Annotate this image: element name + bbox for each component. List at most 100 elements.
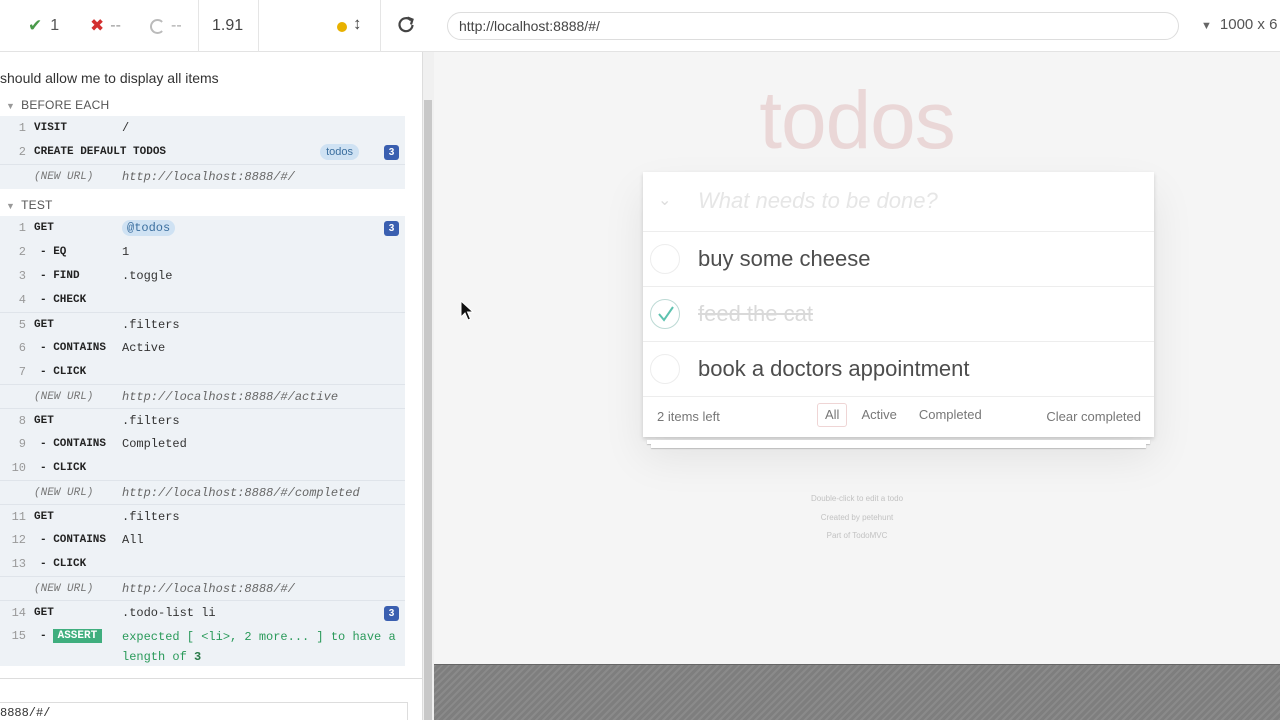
alias-tag: todos <box>320 144 359 160</box>
command-row[interactable]: 2 - EQ 1 <box>0 240 405 264</box>
command-message: .toggle <box>122 269 173 283</box>
assert-message: expected [ <li>, 2 more... ] to have a l… <box>122 624 402 667</box>
command-row[interactable]: 10 - CLICK <box>0 456 405 480</box>
command-row[interactable]: 8 GET .filters <box>0 408 405 432</box>
viewport-size-label: 1000 x 6 <box>1219 16 1278 33</box>
todo-label[interactable]: book a doctors appointment <box>698 356 970 382</box>
items-left-count: 2 items left <box>657 409 720 424</box>
divider <box>198 0 199 52</box>
reload-icon[interactable] <box>396 12 418 38</box>
pending-stat[interactable]: -- <box>150 0 182 52</box>
command-name: - CLICK <box>40 558 87 570</box>
todo-label[interactable]: buy some cheese <box>698 246 870 272</box>
viewport-size[interactable]: ▼ 1000 x 6 <box>1201 16 1277 33</box>
info-edit: Double-click to edit a todo <box>810 494 904 503</box>
command-number: 10 <box>11 461 26 475</box>
todo-item[interactable]: buy some cheese <box>643 232 1154 287</box>
command-row[interactable]: (NEW URL) http://localhost:8888/#/active <box>0 384 405 408</box>
command-row[interactable]: 4 - CHECK <box>0 288 405 312</box>
command-row[interactable]: 14 GET .todo-list li 3 <box>0 600 405 624</box>
command-name: GET <box>34 319 54 331</box>
status-url: 8888/#/ <box>0 702 408 720</box>
command-message: .filters <box>122 318 180 332</box>
command-message: 1 <box>122 245 130 259</box>
command-message: http://localhost:8888/#/active <box>122 390 339 404</box>
hook-test[interactable]: ▼ TEST <box>6 198 53 212</box>
todo-app: ⌄ What needs to be done? buy some cheese… <box>643 172 1154 437</box>
command-number: 2 <box>18 245 26 259</box>
caret-down-icon: ▼ <box>6 101 16 111</box>
clear-completed-button[interactable]: Clear completed <box>1046 409 1141 424</box>
command-name: - EQ <box>40 246 67 258</box>
todo-list: buy some cheese feed the cat book a doctor… <box>643 232 1154 397</box>
divider <box>0 678 422 679</box>
new-todo-row: ⌄ What needs to be done? <box>643 172 1154 232</box>
command-row[interactable]: 1 VISIT / <box>0 116 405 140</box>
command-row[interactable]: (NEW URL) http://localhost:8888/#/ <box>0 576 405 600</box>
test-title[interactable]: should allow me to display all items <box>0 70 219 86</box>
app-preview: todos ⌄ What needs to be done? buy some … <box>434 52 1280 664</box>
command-name: (NEW URL) <box>34 171 94 183</box>
new-todo-input[interactable]: What needs to be done? <box>698 188 938 214</box>
toggle-checkbox[interactable] <box>650 244 680 274</box>
filters: All Active Completed <box>814 403 993 427</box>
aut-url-bar[interactable]: http://localhost:8888/#/ <box>447 12 1179 40</box>
command-row[interactable]: 7 - CLICK <box>0 360 405 384</box>
info-part-of: Part of TodoMVC <box>826 531 888 540</box>
command-number: 15 <box>11 629 26 643</box>
command-message: All <box>122 533 144 547</box>
command-row[interactable]: 2 CREATE DEFAULT TODOS todos 3 <box>0 140 405 164</box>
command-message: http://localhost:8888/#/ <box>122 170 295 184</box>
app-title: todos <box>759 75 956 166</box>
command-number: 12 <box>11 533 26 547</box>
command-message: / <box>122 121 130 135</box>
todo-label[interactable]: feed the cat <box>698 301 813 327</box>
mouse-cursor-icon <box>460 299 475 327</box>
toggle-checkbox[interactable] <box>650 354 680 384</box>
command-row[interactable]: 5 GET .filters <box>0 312 405 336</box>
command-name: - CHECK <box>40 294 87 306</box>
failed-count: -- <box>110 17 121 34</box>
reporter-header: ✔ 1 ✖ -- -- 1.91 ↕ http://localhost:8888… <box>0 0 1280 52</box>
command-row[interactable]: 15 - ASSERT expected [ <li>, 2 more... ] to… <box>0 624 405 666</box>
command-number: 9 <box>18 437 26 451</box>
command-number: 1 <box>18 121 26 135</box>
command-row[interactable]: 1 GET @todos 3 <box>0 216 405 240</box>
check-icon: ✔ <box>28 16 43 35</box>
filter-completed[interactable]: Completed <box>911 403 990 427</box>
command-row[interactable]: 3 - FIND .toggle <box>0 264 405 288</box>
command-name: GET <box>34 222 54 234</box>
command-row[interactable]: 11 GET .filters <box>0 504 405 528</box>
cross-icon: ✖ <box>90 16 105 35</box>
command-message: .todo-list li <box>122 606 216 620</box>
command-name: GET <box>34 415 54 427</box>
hook-label: TEST <box>21 198 53 212</box>
scrollbar-thumb[interactable] <box>424 100 432 720</box>
command-name: - CLICK <box>40 462 87 474</box>
assert-value: 3 <box>194 650 202 664</box>
command-message: Completed <box>122 437 187 451</box>
command-message: http://localhost:8888/#/ <box>122 582 295 596</box>
todo-item[interactable]: feed the cat <box>643 287 1154 342</box>
divider <box>258 0 259 52</box>
command-row[interactable]: 13 - CLICK <box>0 552 405 576</box>
running-indicator-icon <box>337 22 347 32</box>
command-row[interactable]: (NEW URL) http://localhost:8888/#/complet… <box>0 480 405 504</box>
filter-active[interactable]: Active <box>853 403 904 427</box>
command-row[interactable]: 6 - CONTAINS Active <box>0 336 405 360</box>
hook-before-each[interactable]: ▼ BEFORE EACH <box>6 98 109 112</box>
alias-chip: @todos <box>122 220 176 236</box>
command-name: - FIND <box>40 270 80 282</box>
toggle-checkbox[interactable] <box>650 299 680 329</box>
command-row[interactable]: 12 - CONTAINS All <box>0 528 405 552</box>
failed-stat[interactable]: ✖ -- <box>90 0 121 52</box>
command-row[interactable]: 9 - CONTAINS Completed <box>0 432 405 456</box>
auto-scroll-icon[interactable]: ↕ <box>353 14 362 34</box>
element-count-badge: 3 <box>384 606 399 621</box>
todo-item[interactable]: book a doctors appointment <box>643 342 1154 397</box>
toggle-all-icon[interactable]: ⌄ <box>658 190 671 210</box>
command-number: 4 <box>18 293 26 307</box>
passed-stat[interactable]: ✔ 1 <box>28 0 59 52</box>
filter-all[interactable]: All <box>817 403 848 427</box>
command-row[interactable]: (NEW URL) http://localhost:8888/#/ <box>0 164 405 188</box>
